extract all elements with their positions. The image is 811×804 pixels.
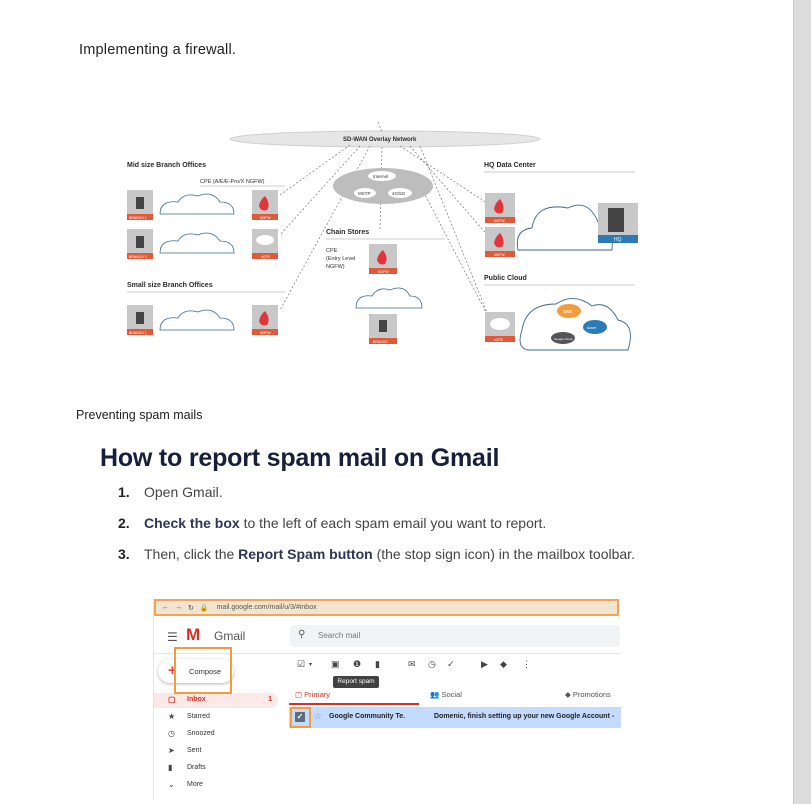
- sidebar-item-drafts[interactable]: ▮ Drafts: [154, 761, 278, 776]
- label-icon[interactable]: ◆: [500, 659, 507, 670]
- search-placeholder: Search mail: [318, 631, 361, 640]
- wan-cloud-icon: [159, 309, 235, 331]
- svg-text:BRANCH: BRANCH: [373, 340, 388, 344]
- sidebar-item-sent[interactable]: ➤ Sent: [154, 744, 278, 759]
- sidebar-item-inbox[interactable]: ▢ Inbox 1: [154, 693, 278, 708]
- inbox-count: 1: [268, 696, 272, 703]
- svg-text:Azure: Azure: [587, 326, 596, 330]
- more-vert-icon[interactable]: ⋮: [522, 659, 531, 670]
- inbox-icon: ▢: [168, 695, 176, 704]
- gmail-screenshot: ← → ↻ 🔒 mail.google.com/mail/u/3/#inbox …: [153, 599, 621, 800]
- star-icon: ★: [168, 712, 176, 721]
- search-input[interactable]: ⚲ Search mail: [290, 625, 620, 647]
- active-tab-indicator: [289, 703, 419, 705]
- svg-text:NGFW: NGFW: [378, 270, 389, 274]
- wan-cloud-icon: [159, 232, 235, 254]
- menu-icon[interactable]: ☰: [167, 630, 178, 644]
- checkbox-highlight: [290, 707, 311, 728]
- back-icon[interactable]: ←: [162, 604, 169, 611]
- select-checkbox-icon[interactable]: ☑: [297, 659, 305, 670]
- internet-label: Internet: [373, 174, 389, 179]
- report-spam-tooltip: Report spam: [333, 676, 379, 688]
- hq-cloud-icon: [516, 204, 613, 251]
- report-spam-highlight: [174, 647, 232, 694]
- draft-icon: ▮: [168, 763, 173, 772]
- step-item: 3. Then, click the Report Spam button (th…: [118, 546, 635, 562]
- table-row[interactable]: ✓ ☆ Google Community Te. Domenic, finish…: [289, 707, 621, 728]
- svg-text:HQ: HQ: [614, 237, 622, 243]
- wan-cloud-icon: [159, 193, 235, 215]
- overlay-label: SD-WAN Overlay Network: [343, 137, 417, 143]
- svg-text:(Entry Level: (Entry Level: [326, 256, 355, 262]
- 4g5g-label: 4G/5G: [392, 191, 406, 196]
- tab-social[interactable]: 👥 Social: [430, 690, 462, 699]
- url-text: mail.google.com/mail/u/3/#inbox: [216, 604, 317, 611]
- star-icon[interactable]: ☆: [314, 711, 322, 722]
- hq-dc-label: HQ Data Center: [484, 162, 536, 169]
- step-item: 1. Open Gmail.: [118, 484, 223, 500]
- chain-stores-label: Chain Stores: [326, 229, 369, 236]
- lock-icon: 🔒: [199, 604, 209, 612]
- select-dropdown-icon[interactable]: ▾: [309, 661, 312, 668]
- gmail-logo-icon: M: [186, 625, 201, 644]
- mid-branch-label: Mid size Branch Offices: [127, 162, 206, 169]
- reload-icon[interactable]: ↻: [188, 604, 194, 612]
- svg-text:NGFW): NGFW): [326, 264, 345, 270]
- steps-list: 1. Open Gmail. 2. Check the box to the lef…: [118, 482, 635, 575]
- sidebar-item-starred[interactable]: ★ Starred: [154, 710, 278, 725]
- svg-text:BRANCH 2: BRANCH 2: [129, 255, 147, 259]
- svg-text:BRANCH 1: BRANCH 1: [129, 216, 147, 220]
- add-task-icon[interactable]: ✓: [447, 659, 455, 670]
- svg-text:vCPE: vCPE: [261, 255, 271, 259]
- sidebar-item-snoozed[interactable]: ◷ Snoozed: [154, 727, 278, 742]
- section-heading-firewall: Implementing a firewall.: [79, 42, 237, 58]
- mstp-label: MSTP: [358, 191, 371, 196]
- tab-primary[interactable]: ▢ Primary: [295, 690, 330, 699]
- svg-text:Google Cloud: Google Cloud: [554, 337, 573, 341]
- svg-text:NGFW: NGFW: [260, 331, 271, 335]
- delete-icon[interactable]: ▮: [375, 659, 380, 670]
- cpe-label: CPE (A/E/E-Pro/X NGFW): [200, 179, 265, 185]
- archive-icon[interactable]: ▣: [331, 659, 340, 670]
- inbox-tabs: ▢ Primary 👥 Social ◆ Promotions: [289, 685, 621, 705]
- clock-icon: ◷: [168, 729, 175, 738]
- tab-promotions[interactable]: ◆ Promotions: [565, 690, 611, 699]
- vertical-scrollbar[interactable]: [793, 0, 811, 804]
- row-subject: Domenic, finish setting up your new Goog…: [434, 713, 615, 720]
- send-icon: ➤: [168, 746, 175, 755]
- svg-text:NGFW: NGFW: [494, 253, 505, 257]
- wan-cloud-icon: [355, 287, 423, 309]
- chevron-down-icon: ⌄: [168, 780, 175, 789]
- search-icon: ⚲: [298, 629, 306, 640]
- svg-text:NGFW: NGFW: [260, 216, 271, 220]
- svg-text:aws: aws: [563, 309, 572, 315]
- svg-text:vCPE: vCPE: [494, 338, 504, 342]
- forward-icon[interactable]: →: [175, 604, 182, 611]
- sidebar-item-more[interactable]: ⌄ More: [154, 778, 278, 793]
- svg-text:NGFW: NGFW: [494, 219, 505, 223]
- step-item: 2. Check the box to the left of each spam…: [118, 515, 547, 531]
- small-branch-label: Small size Branch Offices: [127, 282, 213, 289]
- report-spam-icon[interactable]: ❶: [353, 659, 361, 670]
- snooze-icon[interactable]: ◷: [428, 659, 436, 670]
- public-cloud-label: Public Cloud: [484, 275, 527, 282]
- gmail-name: Gmail: [214, 629, 246, 643]
- row-sender: Google Community Te.: [329, 713, 406, 720]
- sdwan-network-diagram: SD-WAN Overlay Network Internet MSTP 4G/…: [127, 121, 638, 351]
- section-heading-spam: Preventing spam mails: [76, 408, 203, 422]
- svg-text:CPE: CPE: [326, 248, 338, 254]
- svg-text:BRANCH 1: BRANCH 1: [129, 331, 147, 335]
- move-to-icon[interactable]: ▶: [481, 659, 488, 670]
- mark-read-icon[interactable]: ✉: [408, 659, 416, 670]
- article-title: How to report spam mail on Gmail: [100, 444, 500, 472]
- browser-address-bar: ← → ↻ 🔒 mail.google.com/mail/u/3/#inbox: [154, 599, 619, 616]
